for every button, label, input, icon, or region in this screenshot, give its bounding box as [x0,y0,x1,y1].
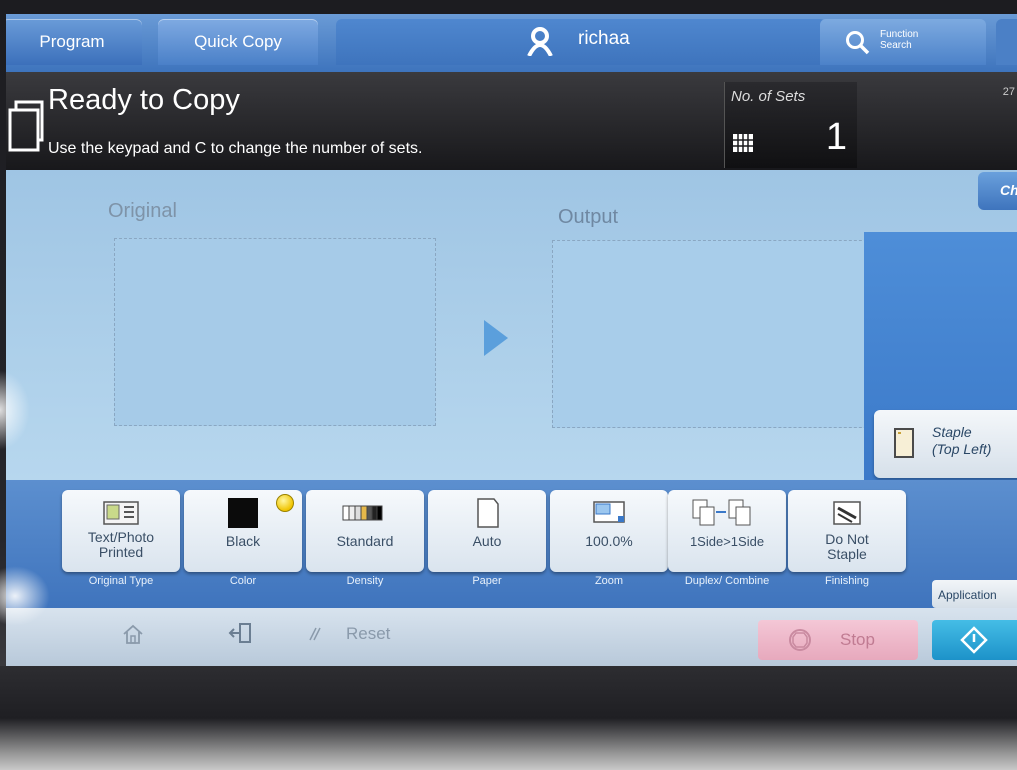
tab-program[interactable]: Program [6,19,142,65]
document-text-photo-icon [103,501,139,525]
number-of-sets-box[interactable]: No. of Sets 1 [724,82,857,168]
tab-quick-copy[interactable]: Quick Copy [158,19,318,65]
start-button[interactable] [932,620,1017,660]
screen-glare [0,370,30,450]
duplex-icon [692,499,751,526]
zoom-value: 100.0% [585,533,633,549]
start-diamond-icon [960,626,988,654]
density-caption: Density [346,575,384,587]
density-button[interactable]: Standard [306,490,424,572]
reset-icon[interactable] [308,626,322,642]
color-status-indicator-icon [276,494,294,512]
zoom-icon [593,501,625,523]
original-label: Original [108,200,177,222]
status-title: Ready to Copy [48,84,240,116]
status-message-bar: Ready to Copy Use the keypad and C to ch… [6,72,1017,170]
logout-icon[interactable] [228,622,252,644]
top-tab-bar: Program Quick Copy richaa Function Searc… [6,14,1017,72]
finishing-value: Do Not Staple [825,531,869,562]
original-type-button[interactable]: Text/Photo Printed [62,490,180,572]
arrow-right-icon [484,320,508,356]
corner-number: 27 [1002,86,1015,98]
staple-icon [894,428,914,458]
user-name[interactable]: richaa [578,28,630,50]
finishing-icon [833,501,861,525]
paper-caption: Paper [472,575,502,587]
finishing-caption: Finishing [824,575,870,587]
original-type-caption: Original Type [88,575,154,587]
tab-overflow[interactable] [996,19,1017,65]
search-icon [846,31,870,55]
color-value: Black [225,533,261,549]
user-icon[interactable] [526,26,554,56]
black-color-swatch-icon [228,498,258,528]
stop-label: Stop [840,630,875,649]
duplex-value: 1Side>1Side [689,534,765,549]
application-button[interactable]: Application [932,580,1017,608]
sets-label: No. of Sets [731,88,806,105]
preview-area: Ch Original Output Staple (Top Left) [6,170,1017,492]
reset-button[interactable]: Reset [346,624,390,644]
density-scale-icon [342,505,383,521]
check-button[interactable]: Ch [978,172,1017,210]
original-type-value: Text/Photo Printed [87,529,155,560]
function-search-label: Function Search [880,29,919,51]
touch-screen: Program Quick Copy richaa Function Searc… [6,14,1017,666]
screen-glare-lower [0,566,50,626]
staple-label: Staple (Top Left) [932,424,992,457]
zoom-button[interactable]: 100.0% [550,490,668,572]
original-preview-box [114,238,436,426]
staple-button[interactable]: Staple (Top Left) [874,410,1017,478]
zoom-caption: Zoom [594,575,624,587]
stop-button[interactable]: Stop [758,620,918,660]
duplex-combine-button[interactable]: 1Side>1Side [668,490,786,572]
color-caption: Color [229,575,257,587]
copy-document-icon [8,100,44,152]
output-preview-box [552,240,882,428]
function-buttons-row: Text/Photo Printed Original Type Black C… [6,480,1017,608]
finishing-button[interactable]: Do Not Staple [788,490,906,572]
density-value: Standard [336,533,394,549]
sets-value: 1 [825,116,847,158]
home-icon[interactable] [122,624,144,644]
keypad-icon[interactable] [733,134,753,152]
output-label: Output [558,206,619,228]
duplex-caption: Duplex/ Combine [684,575,770,587]
function-search-button[interactable]: Function Search [820,19,986,65]
stop-icon [789,629,811,651]
bottom-control-bar: Reset Stop [6,608,1017,666]
device-frame-bottom [0,666,1017,770]
paper-value: Auto [472,533,502,549]
paper-sheet-icon [477,498,499,528]
status-subtitle: Use the keypad and C to change the numbe… [48,140,423,157]
paper-button[interactable]: Auto [428,490,546,572]
